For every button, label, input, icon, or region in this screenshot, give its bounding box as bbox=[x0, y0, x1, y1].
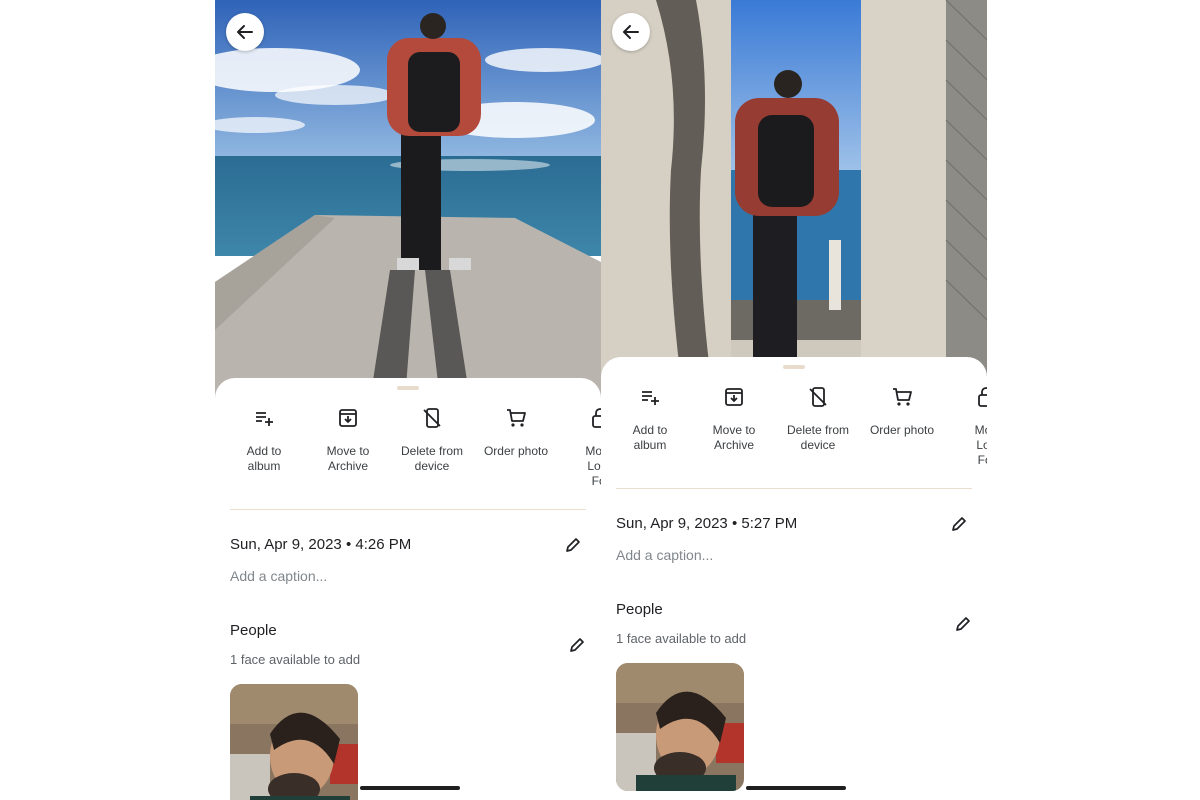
people-heading: People bbox=[230, 622, 277, 639]
add-to-album-button[interactable]: Add to album bbox=[222, 404, 306, 474]
action-label: Add to album bbox=[632, 423, 668, 452]
lock-icon bbox=[978, 387, 987, 407]
photo-time: 4:26 PM bbox=[355, 536, 412, 553]
drag-handle[interactable] bbox=[397, 386, 419, 390]
drag-handle[interactable] bbox=[783, 365, 805, 369]
pencil-icon bbox=[566, 538, 580, 552]
action-label: Order photo bbox=[483, 444, 549, 458]
cart-icon bbox=[893, 388, 912, 406]
edit-date-button[interactable] bbox=[949, 514, 969, 534]
action-label: Move to Archive bbox=[326, 444, 370, 473]
gesture-nav-bar[interactable] bbox=[360, 786, 460, 790]
cart-icon bbox=[507, 409, 526, 427]
faces-available-text: 1 face available to add bbox=[616, 631, 747, 646]
face-thumbnail[interactable] bbox=[616, 663, 744, 791]
delete-from-device-button[interactable]: Delete from device bbox=[390, 404, 474, 474]
caption-input[interactable]: Add a caption... bbox=[616, 547, 713, 563]
order-photo-button[interactable]: Order photo bbox=[474, 404, 558, 459]
details-sheet: Add to album Move to Archive Delete from… bbox=[215, 378, 601, 800]
edit-people-button[interactable] bbox=[953, 614, 973, 634]
back-button[interactable] bbox=[226, 13, 264, 51]
action-label: Delete from device bbox=[786, 423, 850, 452]
add-to-album-button[interactable]: Add to album bbox=[608, 383, 692, 453]
order-photo-button[interactable]: Order photo bbox=[860, 383, 944, 438]
move-to-archive-button[interactable]: Move to Archive bbox=[692, 383, 776, 453]
photo-window[interactable] bbox=[601, 0, 987, 380]
playlist-add-icon bbox=[256, 412, 273, 426]
gesture-nav-bar[interactable] bbox=[746, 786, 846, 790]
delete-from-device-icon bbox=[423, 408, 441, 428]
delete-from-device-button[interactable]: Delete from device bbox=[776, 383, 860, 453]
action-row: Add to album Move to Archive Delete from… bbox=[215, 404, 601, 504]
action-label: Move Lock Fol bbox=[585, 444, 601, 488]
action-label: Delete from device bbox=[400, 444, 464, 473]
separator-dot: • bbox=[731, 515, 742, 532]
move-to-locked-folder-button[interactable]: Move Lock Fol bbox=[558, 404, 601, 489]
move-to-locked-folder-button[interactable]: Mov Loc Fol bbox=[944, 383, 987, 468]
details-sheet: Add to album Move to Archive Delete from… bbox=[601, 357, 987, 800]
people-heading: People bbox=[616, 601, 663, 618]
move-to-archive-button[interactable]: Move to Archive bbox=[306, 404, 390, 474]
divider bbox=[230, 509, 586, 510]
divider bbox=[616, 488, 972, 489]
photo-date: Sun, Apr 9, 2023 bbox=[616, 515, 728, 532]
faces-available-text: 1 face available to add bbox=[230, 652, 361, 667]
pencil-icon bbox=[570, 638, 584, 652]
action-label: Order photo bbox=[869, 423, 935, 437]
arrow-back-icon bbox=[237, 25, 253, 39]
action-row: Add to album Move to Archive Delete from… bbox=[601, 383, 987, 483]
archive-icon bbox=[725, 388, 743, 406]
photo-date: Sun, Apr 9, 2023 bbox=[230, 536, 342, 553]
delete-from-device-icon bbox=[809, 387, 827, 407]
caption-input[interactable]: Add a caption... bbox=[230, 568, 327, 584]
arrow-back-icon bbox=[623, 25, 639, 39]
playlist-add-icon bbox=[642, 391, 659, 405]
screen-left: Add to album Move to Archive Delete from… bbox=[215, 0, 601, 800]
date-time: Sun, Apr 9, 2023 • 5:27 PM bbox=[616, 515, 797, 532]
archive-icon bbox=[339, 409, 357, 427]
action-label: Move to Archive bbox=[712, 423, 756, 452]
pencil-icon bbox=[956, 617, 970, 631]
separator-dot: • bbox=[345, 536, 356, 553]
photo-pier[interactable] bbox=[215, 0, 601, 400]
pencil-icon bbox=[952, 517, 966, 531]
face-thumbnail[interactable] bbox=[230, 684, 358, 800]
screen-right: Add to album Move to Archive Delete from… bbox=[601, 0, 987, 800]
lock-icon bbox=[592, 408, 601, 428]
edit-people-button[interactable] bbox=[567, 635, 587, 655]
back-button[interactable] bbox=[612, 13, 650, 51]
edit-date-button[interactable] bbox=[563, 535, 583, 555]
photo-time: 5:27 PM bbox=[741, 515, 798, 532]
date-time: Sun, Apr 9, 2023 • 4:26 PM bbox=[230, 536, 411, 553]
action-label: Mov Loc Fol bbox=[974, 423, 987, 467]
action-label: Add to album bbox=[246, 444, 282, 473]
